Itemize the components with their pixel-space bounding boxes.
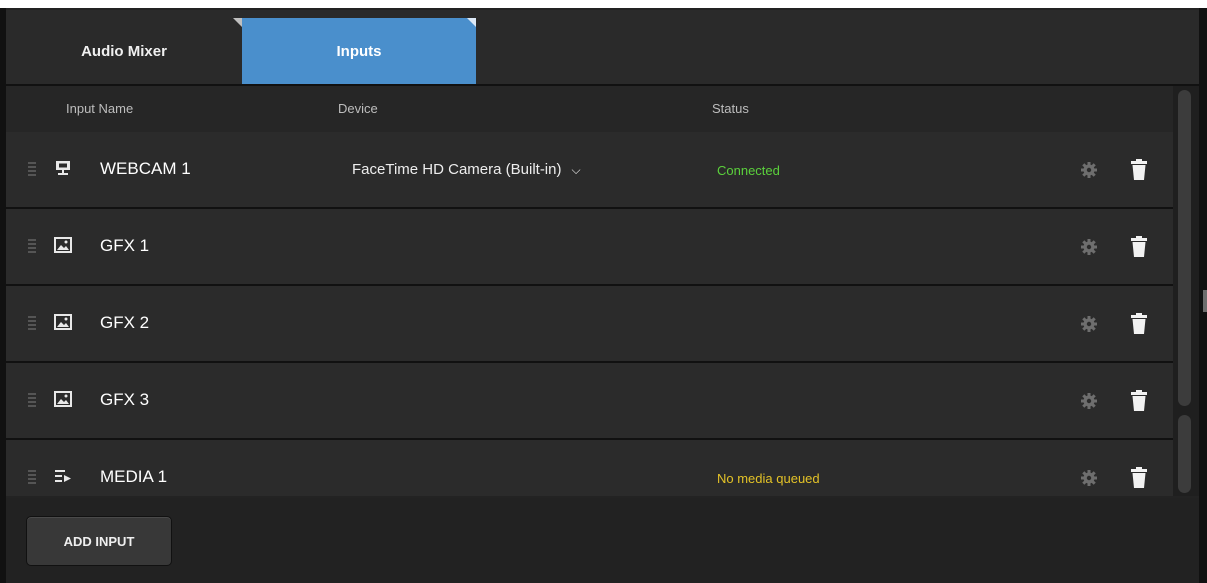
column-header-device: Device bbox=[338, 101, 378, 116]
input-row[interactable]: GFX 1 bbox=[6, 209, 1173, 284]
tab-corner-indicator-icon bbox=[233, 18, 242, 27]
input-row[interactable]: WEBCAM 1 FaceTime HD Camera (Built-in) ⌵ … bbox=[6, 132, 1173, 207]
drag-handle-icon[interactable] bbox=[28, 239, 36, 255]
trash-icon[interactable] bbox=[1131, 467, 1147, 488]
column-header-status: Status bbox=[712, 101, 749, 116]
image-icon bbox=[54, 391, 72, 407]
gear-icon[interactable] bbox=[1080, 469, 1098, 487]
input-row[interactable]: GFX 2 bbox=[6, 286, 1173, 361]
tab-bar: Audio Mixer Inputs bbox=[6, 10, 1199, 86]
image-icon bbox=[54, 237, 72, 253]
gear-icon[interactable] bbox=[1080, 238, 1098, 256]
trash-icon[interactable] bbox=[1131, 390, 1147, 411]
device-select-value: FaceTime HD Camera (Built-in) bbox=[352, 161, 562, 178]
panel-resize-handle[interactable] bbox=[1203, 290, 1207, 312]
trash-icon[interactable] bbox=[1131, 313, 1147, 334]
input-row[interactable]: GFX 3 bbox=[6, 363, 1173, 438]
image-icon bbox=[54, 314, 72, 330]
gear-icon[interactable] bbox=[1080, 392, 1098, 410]
column-header-row: Input Name Device Status bbox=[6, 86, 1173, 132]
webcam-icon bbox=[56, 161, 70, 175]
drag-handle-icon[interactable] bbox=[28, 470, 36, 486]
gear-icon[interactable] bbox=[1080, 161, 1098, 179]
device-select[interactable]: FaceTime HD Camera (Built-in) ⌵ bbox=[352, 161, 581, 178]
panel-footer: ADD INPUT bbox=[6, 498, 1199, 583]
input-name: GFX 1 bbox=[100, 236, 150, 255]
trash-icon[interactable] bbox=[1131, 159, 1147, 180]
scrollbar-thumb[interactable] bbox=[1178, 90, 1191, 406]
status-text: Connected bbox=[717, 163, 780, 178]
tab-inputs-label: Inputs bbox=[336, 42, 382, 60]
tab-inputs[interactable]: Inputs bbox=[242, 18, 476, 84]
tab-audio-mixer-label: Audio Mixer bbox=[81, 42, 167, 60]
window-top-edge bbox=[0, 0, 1207, 8]
drag-handle-icon[interactable] bbox=[28, 162, 36, 178]
tab-corner-indicator-icon bbox=[467, 18, 476, 27]
drag-handle-icon[interactable] bbox=[28, 316, 36, 332]
trash-icon[interactable] bbox=[1131, 236, 1147, 257]
drag-handle-icon[interactable] bbox=[28, 393, 36, 409]
chevron-down-icon: ⌵ bbox=[571, 163, 581, 177]
input-name: MEDIA 1 bbox=[100, 467, 168, 486]
input-name: GFX 3 bbox=[100, 390, 150, 409]
status-text: No media queued bbox=[717, 471, 820, 486]
tab-audio-mixer[interactable]: Audio Mixer bbox=[6, 18, 242, 84]
column-header-input-name: Input Name bbox=[66, 101, 134, 116]
input-row[interactable]: MEDIA 1 No media queued bbox=[6, 440, 1173, 496]
gear-icon[interactable] bbox=[1080, 315, 1098, 333]
add-input-button[interactable]: ADD INPUT bbox=[26, 516, 172, 566]
inputs-list: WEBCAM 1 FaceTime HD Camera (Built-in) ⌵ … bbox=[6, 132, 1173, 496]
media-playlist-icon bbox=[55, 470, 71, 482]
input-name: GFX 2 bbox=[100, 313, 150, 332]
input-name: WEBCAM 1 bbox=[100, 159, 191, 178]
scrollbar-thumb-lower[interactable] bbox=[1178, 415, 1191, 493]
